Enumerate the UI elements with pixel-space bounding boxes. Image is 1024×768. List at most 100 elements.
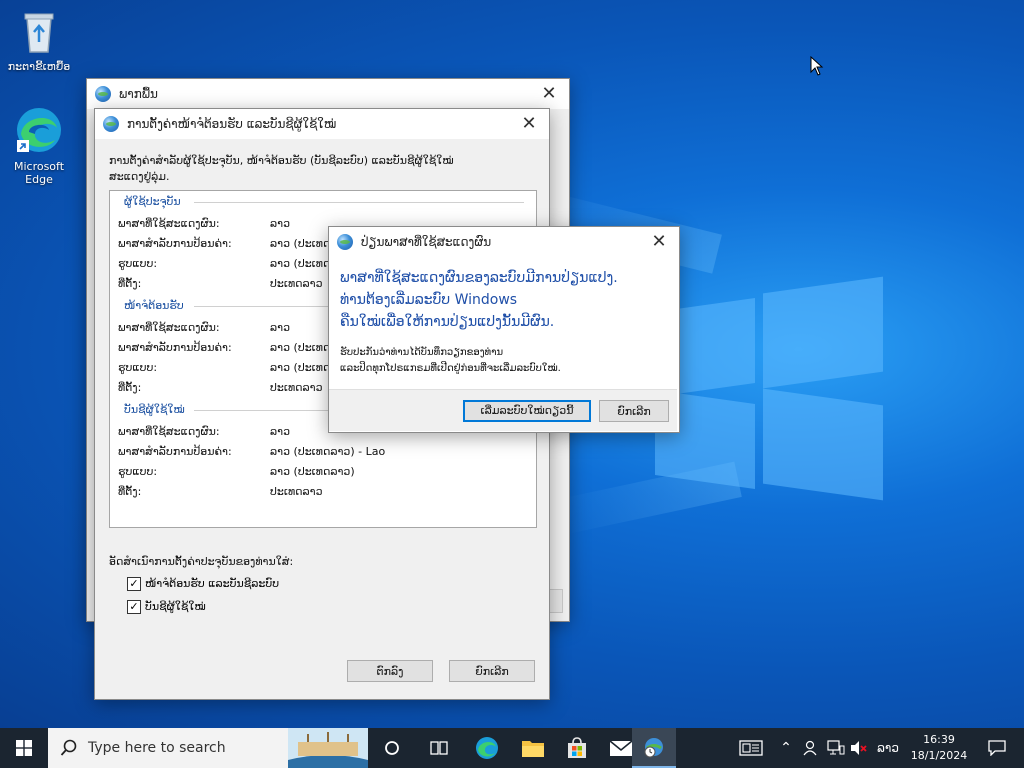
- setting-label: ພາສາທີ່ໃຊ້ສະແດງຜົນ:: [118, 217, 220, 230]
- note-line: ຮັບປະກັນວ່າທ່ານໄດ້ບັນທຶກວຽກຂອງທ່ານ: [340, 347, 504, 358]
- close-icon[interactable]: ✕: [509, 109, 549, 139]
- input-language-indicator[interactable]: ລາວ: [874, 728, 902, 768]
- setting-value: ປະເທດລາວ: [270, 381, 323, 394]
- network-button[interactable]: [824, 728, 846, 768]
- recycle-bin-icon: [1, 8, 77, 57]
- edge-icon: [476, 737, 498, 759]
- store-icon: [568, 737, 586, 758]
- globe-icon: [95, 86, 111, 102]
- taskbar: Type here to search ⌃ ລາວ 16:39 18/1/202…: [0, 728, 1024, 768]
- chevron-up-icon[interactable]: ⌃: [776, 728, 796, 768]
- restart-note: ຮັບປະກັນວ່າທ່ານໄດ້ບັນທຶກວຽກຂອງທ່ານ ແລະປິ…: [340, 345, 670, 377]
- setting-label: ພາສາທີ່ໃຊ້ສະແດງຜົນ:: [118, 425, 220, 438]
- cortana-icon: [385, 741, 399, 755]
- setting-value: ລາວ: [270, 321, 291, 334]
- search-highlight-illustration: [288, 728, 368, 768]
- restart-instruction: ພາສາທີ່ໃຊ້ສະແດງຜົນຂອງລະບົບມີການປ່ຽນແປງ. …: [340, 267, 670, 333]
- clock[interactable]: 16:39 18/1/2024: [906, 728, 972, 768]
- volume-button[interactable]: [848, 728, 870, 768]
- window-title: ພາກພື້ນ: [119, 87, 158, 101]
- settings-dialog-titlebar[interactable]: ການຕັ້ງຄ່າໜ້າຈໍຕ້ອນຮັບ ແລະບັນຊີຜູ້ໃຊ້ໃໝ່…: [95, 109, 549, 139]
- start-button[interactable]: [0, 728, 48, 768]
- divider: [194, 202, 524, 203]
- search-box[interactable]: Type here to search: [48, 728, 368, 768]
- desktop: ກະຕາຂີ້ເຫຍື້ອ Microsoft Edge ພາກພື້ນ ✕ ກ…: [0, 0, 1024, 728]
- close-icon[interactable]: ✕: [639, 227, 679, 257]
- setting-label: ພາສາທີ່ໃຊ້ສະແດງຜົນ:: [118, 321, 220, 334]
- region-window-titlebar[interactable]: ພາກພື້ນ ✕: [87, 79, 569, 109]
- checkbox-label: ໜ້າຈໍຕ້ອນຮັບ ແລະບັນຊີລະບົບ: [145, 577, 280, 590]
- search-icon: [60, 739, 77, 756]
- section-header: ຜູ້ໃຊ້ປະຈຸບັນ: [124, 195, 181, 208]
- setting-label: ພາສາສຳລັບການປ້ອນຄ່າ:: [118, 237, 232, 250]
- setting-label: ທີ່ຕັ້ງ:: [118, 485, 142, 498]
- restart-dialog[interactable]: ປ່ຽນພາສາທີ່ໃຊ້ສະແດງຜົນ ✕ ພາສາທີ່ໃຊ້ສະແດງ…: [328, 226, 680, 433]
- search-placeholder: Type here to search: [88, 740, 226, 756]
- setting-value: ລາວ (ປະເທດ: [270, 237, 331, 250]
- network-icon: [827, 740, 845, 755]
- setting-label: ຮູບແບບ:: [118, 361, 158, 374]
- clock-time: 16:39: [923, 733, 955, 746]
- instruction-line: ຄືນໃໝ່ເພື່ອໃຫ້ການປ່ຽນແປງນັ້ນມີຜົນ.: [340, 314, 555, 330]
- task-view-icon-button[interactable]: [418, 728, 460, 768]
- action-center-button[interactable]: [976, 728, 1016, 768]
- partial-button: [549, 589, 563, 613]
- checkbox-checked-icon[interactable]: ✓: [127, 577, 141, 591]
- windows-start-icon: [16, 740, 32, 756]
- setting-label: ຮູບແບບ:: [118, 257, 158, 270]
- taskbar-region-active[interactable]: [632, 728, 676, 768]
- window-title: ການຕັ້ງຄ່າໜ້າຈໍຕ້ອນຮັບ ແລະບັນຊີຜູ້ໃຊ້ໃໝ່: [127, 117, 337, 131]
- note-line: ແລະປິດທຸກໂປຣແກຣມທີ່ເປີດຢູ່ກ່ອນທີ່ຈະເລີ່ມ…: [340, 363, 561, 374]
- desktop-icon-recycle-bin[interactable]: ກະຕາຂີ້ເຫຍື້ອ: [1, 8, 77, 73]
- clock-date: 18/1/2024: [910, 749, 968, 762]
- restart-dialog-titlebar[interactable]: ປ່ຽນພາສາທີ່ໃຊ້ສະແດງຜົນ ✕: [329, 227, 679, 257]
- region-globe-clock-icon: [644, 738, 663, 758]
- setting-label: ຮູບແບບ:: [118, 465, 158, 478]
- instruction-line: ພາສາທີ່ໃຊ້ສະແດງຜົນຂອງລະບົບມີການປ່ຽນແປງ.: [340, 270, 618, 286]
- intro-text: ການຕັ້ງຄ່າສຳລັບຜູ້ໃຊ້ປະຈຸບັນ, ໜ້າຈໍຕ້ອນຮ…: [109, 154, 454, 183]
- news-widget-button[interactable]: [734, 728, 768, 768]
- setting-value: ລາວ: [270, 425, 291, 438]
- volume-muted-icon: [851, 741, 867, 755]
- notification-icon: [988, 740, 1006, 756]
- copy-settings-label: ອັດສຳເນົາການຕັ້ງຄ່າປະຈຸບັນຂອງທ່ານໃສ່:: [109, 555, 294, 568]
- folder-icon: [522, 741, 544, 757]
- setting-label: ພາສາສຳລັບການປ້ອນຄ່າ:: [118, 341, 232, 354]
- setting-value: ປະເທດລາວ: [270, 485, 323, 498]
- close-icon[interactable]: ✕: [529, 79, 569, 109]
- section-header: ໜ້າຈໍຕ້ອນຮັບ: [124, 299, 184, 312]
- globe-icon: [337, 234, 353, 250]
- desktop-icon-label: ກະຕາຂີ້ເຫຍື້ອ: [7, 60, 71, 73]
- setting-label: ທີ່ຕັ້ງ:: [118, 277, 142, 290]
- edge-icon: [1, 106, 77, 157]
- setting-value: ປະເທດລາວ: [270, 277, 323, 290]
- taskbar-store[interactable]: [556, 728, 598, 768]
- checkbox-label: ບັນຊີຜູ້ໃຊ້ໃໝ່: [145, 600, 206, 613]
- meet-now-button[interactable]: [800, 728, 820, 768]
- task-view-button[interactable]: [372, 728, 412, 768]
- setting-label: ພາສາສຳລັບການປ້ອນຄ່າ:: [118, 445, 232, 458]
- restart-now-button[interactable]: ເລີ່ມລະບົບໃໝ່ດຽວນີ້: [463, 400, 591, 422]
- mouse-cursor-icon: [810, 56, 824, 76]
- ok-button[interactable]: ຕົກລົງ: [347, 660, 433, 682]
- setting-value: ລາວ: [270, 217, 291, 230]
- people-icon: [803, 740, 817, 756]
- instruction-line: ທ່ານຕ້ອງເລີ່ມລະບົບ Windows: [340, 292, 518, 308]
- checkbox-checked-icon[interactable]: ✓: [127, 600, 141, 614]
- desktop-icon-edge[interactable]: Microsoft Edge: [1, 106, 77, 186]
- news-icon: [739, 740, 763, 756]
- cancel-button[interactable]: ຍົກເລີກ: [449, 660, 535, 682]
- setting-value: ລາວ (ປະເທດ: [270, 257, 331, 270]
- setting-value: ລາວ (ປະເທດ: [270, 361, 331, 374]
- restart-dialog-footer: ເລີ່ມລະບົບໃໝ່ດຽວນີ້ ຍົກເລີກ: [329, 389, 677, 431]
- taskbar-file-explorer[interactable]: [512, 728, 554, 768]
- globe-icon: [103, 116, 119, 132]
- setting-label: ທີ່ຕັ້ງ:: [118, 381, 142, 394]
- windows-logo-wallpaper: [655, 245, 895, 505]
- mail-icon: [609, 740, 633, 756]
- taskbar-edge[interactable]: [466, 728, 508, 768]
- window-title: ປ່ຽນພາສາທີ່ໃຊ້ສະແດງຜົນ: [361, 235, 492, 249]
- setting-value: ລາວ (ປະເທດລາວ) - Lao: [270, 445, 386, 458]
- setting-value: ລາວ (ປະເທດລາວ): [270, 465, 355, 478]
- cancel-button[interactable]: ຍົກເລີກ: [599, 400, 669, 422]
